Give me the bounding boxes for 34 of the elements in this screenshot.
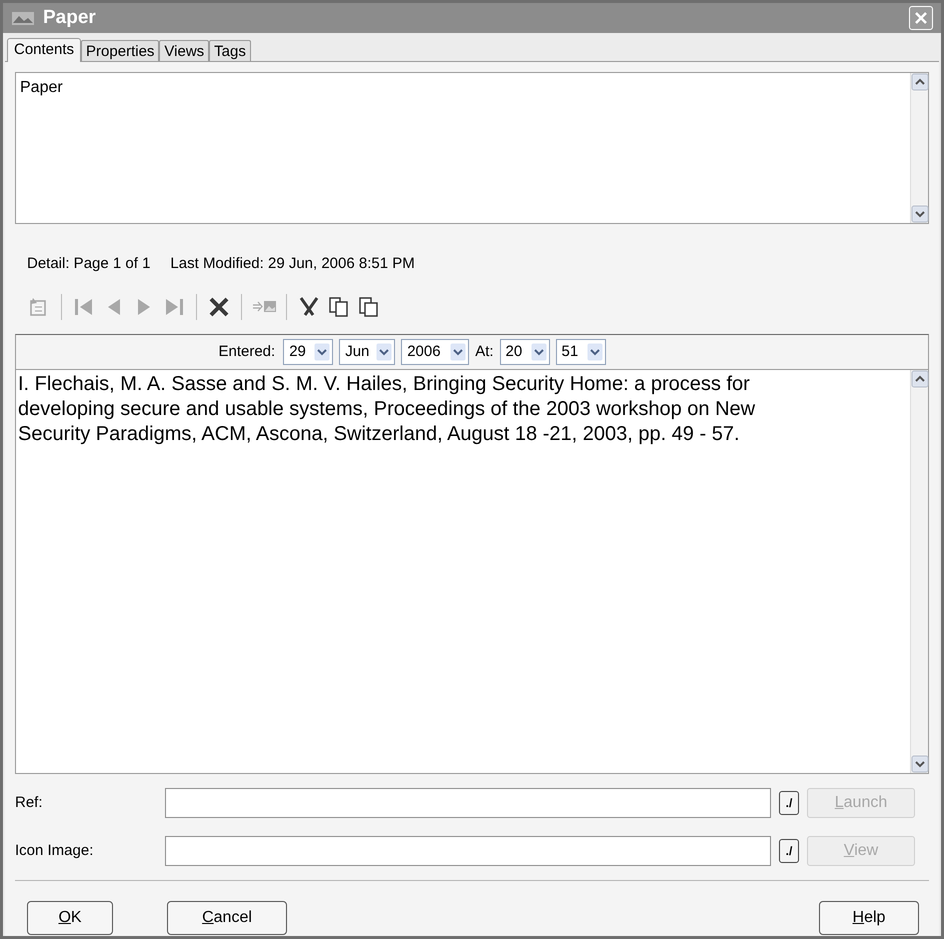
day-dropdown[interactable]: 29: [283, 339, 334, 365]
tab[interactable]: Properties: [81, 40, 160, 61]
window-icon: [11, 9, 35, 27]
title-field[interactable]: Paper: [15, 72, 929, 224]
entered-label: Entered:: [218, 342, 276, 362]
hour-dropdown[interactable]: 20: [500, 339, 550, 365]
tab[interactable]: Views: [159, 40, 210, 61]
detail-label: Detail: Page 1 of 1: [27, 254, 150, 274]
dialog-button[interactable]: OK: [27, 901, 113, 935]
scroll-down-icon[interactable]: [911, 205, 929, 223]
input-field[interactable]: [165, 788, 771, 818]
at-label: At:: [475, 342, 494, 362]
input-field[interactable]: [165, 836, 771, 866]
browse-button[interactable]: ./: [779, 839, 799, 863]
close-icon: [914, 11, 928, 25]
month-dropdown[interactable]: Jun: [339, 339, 396, 365]
tab[interactable]: Contents: [7, 38, 82, 62]
close-button[interactable]: [909, 6, 933, 30]
minute-dropdown[interactable]: 51: [556, 339, 606, 365]
year-dropdown[interactable]: 2006: [401, 339, 470, 365]
delete-icon[interactable]: [207, 295, 231, 319]
field-label: Icon Image:: [15, 840, 94, 861]
last-modified-label: Last Modified: 29 Jun, 2006 8:51 PM: [170, 254, 415, 274]
scroll-up-icon[interactable]: [911, 370, 929, 388]
window-title: Paper: [43, 6, 97, 30]
copy-icon[interactable]: [327, 295, 351, 319]
scroll-down-icon[interactable]: [911, 755, 929, 773]
dialog-button[interactable]: Help: [819, 901, 919, 935]
dialog-button[interactable]: Cancel: [167, 901, 287, 935]
scroll-up-icon[interactable]: [911, 73, 929, 91]
paste-icon[interactable]: [357, 295, 381, 319]
field-label: Ref:: [15, 792, 44, 813]
tab[interactable]: Tags: [209, 40, 251, 61]
browse-button[interactable]: ./: [779, 791, 799, 815]
